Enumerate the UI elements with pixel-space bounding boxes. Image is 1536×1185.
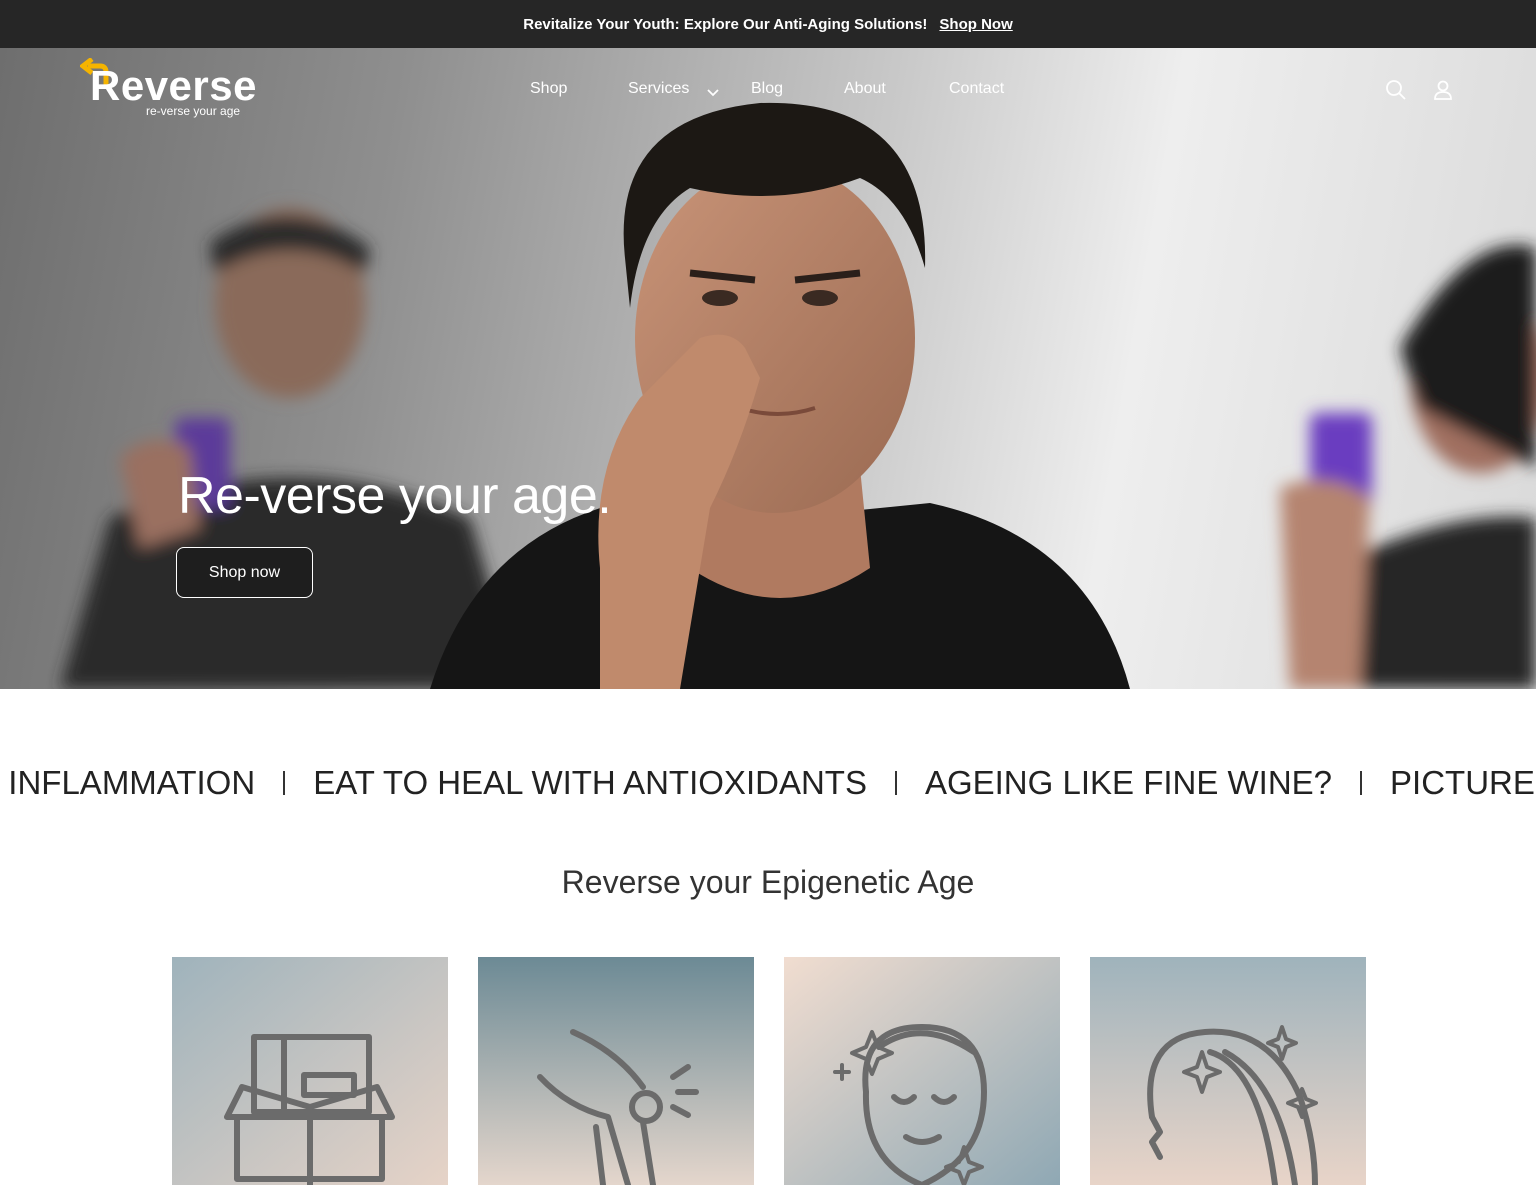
- main-nav: Shop Services Blog About Contact: [0, 80, 1536, 104]
- category-card-products[interactable]: [172, 957, 448, 1185]
- hero-banner: Reverse re-verse your age Shop Services …: [0, 48, 1536, 689]
- face-skin-icon: [784, 957, 1060, 1185]
- hero-shop-now-button[interactable]: Shop now: [176, 547, 313, 598]
- nav-shop[interactable]: Shop: [530, 80, 567, 98]
- category-card-skin[interactable]: [784, 957, 1060, 1185]
- announcement-shop-now-link[interactable]: Shop Now: [939, 16, 1012, 33]
- category-card-hair[interactable]: [1090, 957, 1366, 1185]
- hero-title: Re-verse your age.: [178, 467, 612, 525]
- hair-icon: [1090, 957, 1366, 1185]
- marquee-item[interactable]: EAT TO HEAL WITH ANTIOXIDANTS: [313, 764, 867, 802]
- marquee-divider: [1360, 771, 1363, 795]
- nav-contact[interactable]: Contact: [949, 80, 1004, 98]
- nav-blog[interactable]: Blog: [751, 80, 783, 98]
- box-products-icon: [172, 957, 448, 1185]
- marquee-banner: L INFLAMMATION EAT TO HEAL WITH ANTIOXID…: [0, 758, 1536, 814]
- announcement-text: Revitalize Your Youth: Explore Our Anti-…: [523, 15, 928, 33]
- marquee-item[interactable]: PICTURE OF H: [1390, 764, 1536, 802]
- marquee-divider: [894, 771, 897, 795]
- nav-services[interactable]: Services: [628, 80, 689, 98]
- search-icon[interactable]: [1384, 78, 1408, 102]
- chevron-down-icon[interactable]: [706, 86, 720, 100]
- marquee-item[interactable]: AGEING LIKE FINE WINE?: [925, 764, 1332, 802]
- account-icon[interactable]: [1431, 78, 1455, 102]
- marquee-divider: [283, 771, 286, 795]
- knee-joint-icon: [478, 957, 754, 1185]
- category-card-joints[interactable]: [478, 957, 754, 1185]
- nav-about[interactable]: About: [844, 80, 886, 98]
- logo-tagline: re-verse your age: [146, 104, 241, 118]
- section-title: Reverse your Epigenetic Age: [561, 864, 975, 900]
- marquee-item[interactable]: L INFLAMMATION: [0, 764, 255, 802]
- announcement-bar: Revitalize Your Youth: Explore Our Anti-…: [0, 0, 1536, 48]
